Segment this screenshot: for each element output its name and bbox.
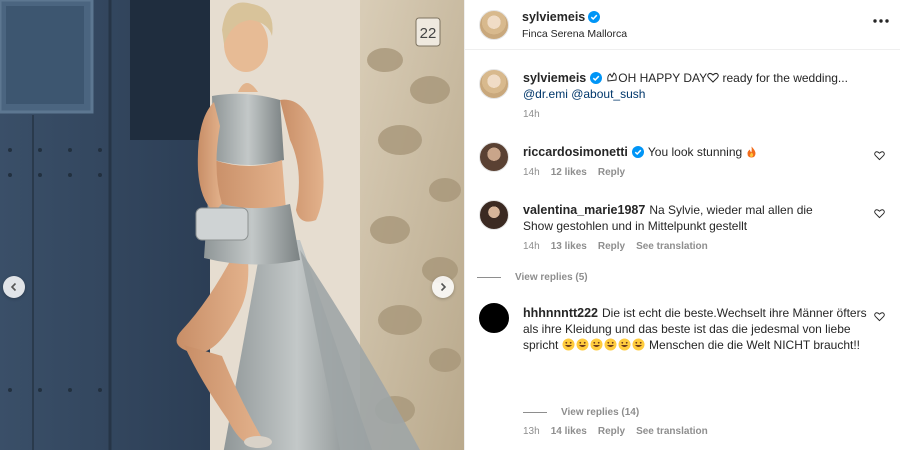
- verified-badge-icon: [588, 11, 601, 23]
- fire-emoji-icon: [747, 146, 756, 158]
- view-replies-label: View replies (5): [515, 272, 588, 283]
- grin-sweat-emoji-row: [562, 338, 649, 352]
- grin-sweat-emoji-icon: [618, 338, 631, 351]
- heart-icon[interactable]: [874, 208, 885, 219]
- caption-text-end: ready for the wedding...: [719, 71, 848, 85]
- comment-body: You look stunning: [647, 145, 743, 159]
- caption-username[interactable]: sylviemeis: [523, 71, 586, 85]
- commenter-username[interactable]: valentina_marie1987: [523, 203, 645, 217]
- verified-badge-icon: [590, 72, 603, 84]
- caption-avatar[interactable]: [479, 69, 509, 99]
- heart-emoji-icon: [707, 72, 719, 83]
- grin-sweat-emoji-icon: [632, 338, 645, 351]
- post-sidebar: sylviemeis Finca Serena Mallorca sylviem…: [464, 0, 900, 450]
- comment-meta: 14h 12 likes Reply: [523, 167, 625, 178]
- mention-link[interactable]: @about_sush: [571, 87, 645, 101]
- chevron-left-icon: [10, 282, 17, 292]
- author-avatar[interactable]: [479, 10, 509, 40]
- hands-emoji-icon: [607, 72, 617, 82]
- comment-text: valentina_marie1987 Na Sylvie, wieder mal…: [523, 202, 823, 234]
- post-dialog: 22 sylviemeis Finca Serena Mallorca sylv…: [0, 0, 900, 450]
- comment-likes[interactable]: 13 likes: [551, 241, 587, 252]
- grin-sweat-emoji-icon: [604, 338, 617, 351]
- comment: riccardosimonetti You look stunning 14h 1…: [479, 142, 889, 182]
- view-replies-divider: [477, 277, 501, 278]
- comments-list: sylviemeis OH HAPPY DAY ready for the wed…: [465, 50, 900, 450]
- reply-button[interactable]: Reply: [598, 167, 625, 178]
- view-replies-button[interactable]: View replies (5): [477, 272, 588, 283]
- author-username[interactable]: sylviemeis: [522, 10, 585, 24]
- chevron-right-icon: [440, 282, 447, 292]
- view-replies-divider: [523, 412, 547, 413]
- caption-text-main: OH HAPPY DAY: [618, 71, 708, 85]
- comment-time[interactable]: 13h: [523, 426, 540, 437]
- commenter-avatar[interactable]: [479, 303, 509, 333]
- caption: sylviemeis OH HAPPY DAY ready for the wed…: [479, 69, 889, 124]
- post-photo: 22: [0, 0, 464, 450]
- post-header: sylviemeis Finca Serena Mallorca: [465, 0, 900, 50]
- comment: valentina_marie1987 Na Sylvie, wieder mal…: [477, 200, 889, 290]
- view-replies-label: View replies (14): [561, 407, 640, 418]
- caption-time[interactable]: 14h: [523, 109, 540, 120]
- heart-icon[interactable]: [874, 150, 885, 161]
- caption-text: sylviemeis OH HAPPY DAY ready for the wed…: [523, 70, 863, 102]
- comment-text: hhhnnntt222 Die ist echt die beste.Wechse…: [523, 305, 868, 353]
- house-number: 22: [420, 25, 437, 42]
- comment-body-end: Menschen die die Welt NICHT braucht!!: [649, 338, 861, 352]
- see-translation-button[interactable]: See translation: [636, 426, 708, 437]
- reply-button[interactable]: Reply: [598, 426, 625, 437]
- reply-button[interactable]: Reply: [598, 241, 625, 252]
- commenter-username[interactable]: hhhnnntt222: [523, 306, 598, 320]
- comment: hhhnnntt222 Die ist echt die beste.Wechse…: [479, 303, 889, 443]
- comment-text: riccardosimonetti You look stunning: [523, 144, 863, 160]
- more-options-icon[interactable]: [873, 18, 889, 24]
- comment-time[interactable]: 14h: [523, 167, 540, 178]
- commenter-avatar[interactable]: [479, 200, 509, 230]
- author-name-row: sylviemeis: [522, 10, 601, 24]
- see-translation-button[interactable]: See translation: [636, 241, 708, 252]
- commenter-avatar[interactable]: [479, 142, 509, 172]
- grin-sweat-emoji-icon: [562, 338, 575, 351]
- post-location[interactable]: Finca Serena Mallorca: [522, 28, 627, 40]
- caption-meta: 14h: [523, 109, 540, 120]
- post-media: 22: [0, 0, 464, 450]
- verified-badge-icon: [631, 146, 644, 158]
- commenter-username[interactable]: riccardosimonetti: [523, 145, 628, 159]
- mention-link[interactable]: @dr.emi: [523, 87, 568, 101]
- comment-time[interactable]: 14h: [523, 241, 540, 252]
- comment-meta: 14h 13 likes Reply See translation: [523, 241, 708, 252]
- next-image-button[interactable]: [432, 276, 454, 298]
- grin-sweat-emoji-icon: [590, 338, 603, 351]
- comment-meta: 13h 14 likes Reply See translation: [523, 426, 708, 437]
- view-replies-button[interactable]: View replies (14): [523, 407, 639, 418]
- comment-likes[interactable]: 14 likes: [551, 426, 587, 437]
- grin-sweat-emoji-icon: [576, 338, 589, 351]
- comment-likes[interactable]: 12 likes: [551, 167, 587, 178]
- heart-icon[interactable]: [874, 311, 885, 322]
- previous-image-button[interactable]: [3, 276, 25, 298]
